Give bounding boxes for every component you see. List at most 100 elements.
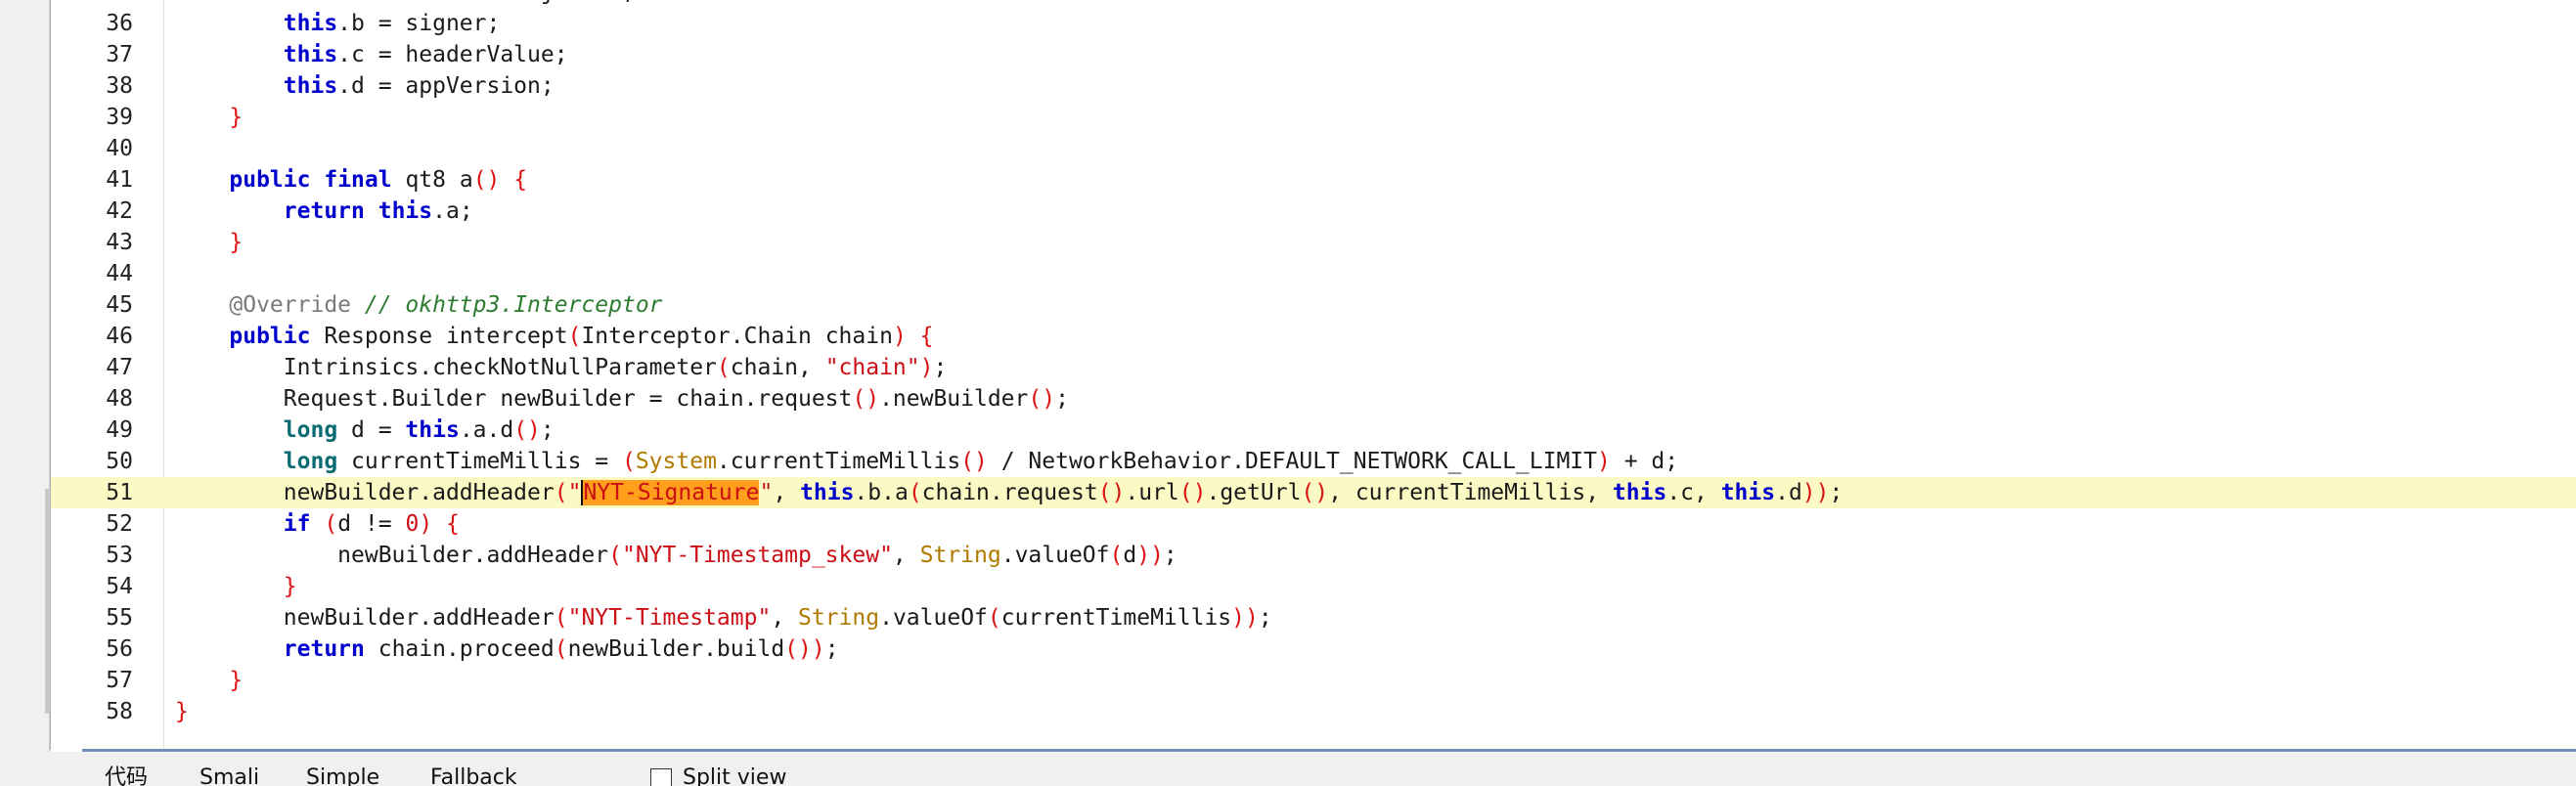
code-token: ( — [1109, 543, 1124, 568]
line-code[interactable]: newBuilder.addHeader("NYT-Timestamp", St… — [175, 602, 1272, 633]
line-code[interactable]: return chain.proceed(newBuilder.build())… — [175, 633, 839, 665]
line-code[interactable]: } — [175, 102, 243, 133]
split-view-label[interactable]: Split view — [683, 765, 786, 786]
code-editor[interactable]: 35 this.a = timeSkewAdjuster;36 this.b =… — [50, 0, 2576, 750]
line-code[interactable]: public Response intercept(Interceptor.Ch… — [175, 321, 933, 352]
code-line[interactable]: 47 Intrinsics.checkNotNullParameter(chai… — [51, 352, 2576, 383]
code-line[interactable]: 38 this.d = appVersion; — [51, 70, 2576, 102]
line-code[interactable]: newBuilder.addHeader("NYT-Signature", th… — [175, 477, 1843, 508]
code-token: currentTimeMillis — [1000, 605, 1232, 631]
code-token: public — [229, 324, 311, 349]
line-code[interactable]: } — [175, 665, 243, 696]
view-tabs-bar: 代码 Smali Simple Fallback Split view — [0, 752, 2576, 786]
code-token: ) — [419, 511, 433, 537]
line-code[interactable]: newBuilder.addHeader("NYT-Timestamp_skew… — [175, 540, 1177, 571]
code-line[interactable]: 36 this.b = signer; — [51, 8, 2576, 39]
line-code[interactable]: this.c = headerValue; — [175, 39, 568, 70]
code-line[interactable]: 44 — [51, 258, 2576, 289]
line-code[interactable]: if (d != 0) { — [175, 508, 460, 540]
code-token: String — [919, 543, 1001, 568]
code-line[interactable]: 57 } — [51, 665, 2576, 696]
line-code[interactable]: Request.Builder newBuilder = chain.reque… — [175, 383, 1069, 415]
code-line[interactable]: 46 public Response intercept(Interceptor… — [51, 321, 2576, 352]
tab-smali[interactable]: Smali — [200, 765, 259, 786]
code-token: ; — [1163, 543, 1177, 568]
line-code[interactable]: this.a = timeSkewAdjuster; — [175, 0, 636, 8]
code-token: ; — [1258, 605, 1272, 631]
code-token: () — [513, 417, 541, 443]
tab-code[interactable]: 代码 — [105, 765, 148, 786]
split-view-checkbox[interactable] — [650, 768, 672, 786]
code-token: currentTimeMillis = — [337, 449, 622, 474]
code-line[interactable]: 40 — [51, 133, 2576, 164]
line-code[interactable]: } — [175, 571, 297, 602]
code-token: () — [1178, 480, 1207, 505]
line-number: 56 — [106, 636, 133, 662]
code-line[interactable]: 48 Request.Builder newBuilder = chain.re… — [51, 383, 2576, 415]
line-code[interactable]: this.d = appVersion; — [175, 70, 555, 102]
code-token: Interceptor.Chain chain — [581, 324, 893, 349]
code-line[interactable]: 50 long currentTimeMillis = (System.curr… — [51, 446, 2576, 477]
line-number: 45 — [106, 292, 133, 318]
code-line[interactable]: 45 @Override // okhttp3.Interceptor — [51, 289, 2576, 321]
code-token: this — [283, 42, 338, 67]
code-token: this — [1720, 480, 1776, 505]
line-code[interactable]: long currentTimeMillis = (System.current… — [175, 446, 1678, 477]
code-token: ; — [1829, 480, 1843, 505]
line-number: 50 — [106, 449, 133, 474]
code-line[interactable]: 42 return this.a; — [51, 196, 2576, 227]
line-number: 44 — [106, 261, 133, 286]
code-token: @Override — [229, 292, 352, 318]
code-token: , currentTimeMillis, — [1328, 480, 1613, 505]
code-line[interactable]: 55 newBuilder.addHeader("NYT-Timestamp",… — [51, 602, 2576, 633]
code-token: .d — [1775, 480, 1802, 505]
code-line[interactable]: 43 } — [51, 227, 2576, 258]
code-line[interactable]: 35 this.a = timeSkewAdjuster; — [51, 0, 2576, 8]
code-token: " — [759, 480, 774, 505]
code-token: this — [1612, 480, 1667, 505]
line-code[interactable]: long d = this.a.d(); — [175, 415, 555, 446]
code-line[interactable]: 49 long d = this.a.d(); — [51, 415, 2576, 446]
code-token: () — [960, 449, 988, 474]
code-line[interactable]: 41 public final qt8 a() { — [51, 164, 2576, 196]
tab-simple[interactable]: Simple — [306, 765, 379, 786]
code-token: .c = headerValue; — [337, 42, 568, 67]
line-code[interactable]: public final qt8 a() { — [175, 164, 527, 196]
code-token: ( — [987, 605, 1001, 631]
code-token: .currentTimeMillis — [716, 449, 961, 474]
code-line[interactable]: 37 this.c = headerValue; — [51, 39, 2576, 70]
line-code[interactable]: return this.a; — [175, 196, 473, 227]
tab-fallback[interactable]: Fallback — [430, 765, 517, 786]
code-line[interactable]: 52 if (d != 0) { — [51, 508, 2576, 540]
line-code[interactable]: } — [175, 696, 189, 727]
code-line[interactable]: 39 } — [51, 102, 2576, 133]
code-token: " — [567, 480, 582, 505]
code-token: final — [324, 167, 392, 193]
code-line[interactable]: 53 newBuilder.addHeader("NYT-Timestamp_s… — [51, 540, 2576, 571]
code-token: ) — [919, 355, 934, 380]
code-token: , — [771, 605, 799, 631]
line-code[interactable]: Intrinsics.checkNotNullParameter(chain, … — [175, 352, 948, 383]
code-token: .b.a — [854, 480, 909, 505]
line-code[interactable]: } — [175, 227, 243, 258]
code-line[interactable]: 56 return chain.proceed(newBuilder.build… — [51, 633, 2576, 665]
line-code[interactable]: @Override // okhttp3.Interceptor — [175, 289, 662, 321]
code-token: chain, — [730, 355, 825, 380]
left-scrollbar-thumb[interactable] — [45, 489, 49, 714]
code-token: 0 — [405, 511, 420, 537]
code-token: "NYT-Timestamp_skew" — [621, 543, 893, 568]
code-token: long — [283, 449, 338, 474]
code-token: "NYT-Timestamp" — [567, 605, 772, 631]
code-token: long — [283, 417, 338, 443]
code-token: () — [1097, 480, 1126, 505]
code-line[interactable]: 54 } — [51, 571, 2576, 602]
line-code[interactable]: this.b = signer; — [175, 8, 501, 39]
code-line-current[interactable]: 51 newBuilder.addHeader("NYT-Signature",… — [51, 477, 2576, 508]
code-token: qt8 a — [391, 167, 473, 193]
code-line[interactable]: 58} — [51, 696, 2576, 727]
